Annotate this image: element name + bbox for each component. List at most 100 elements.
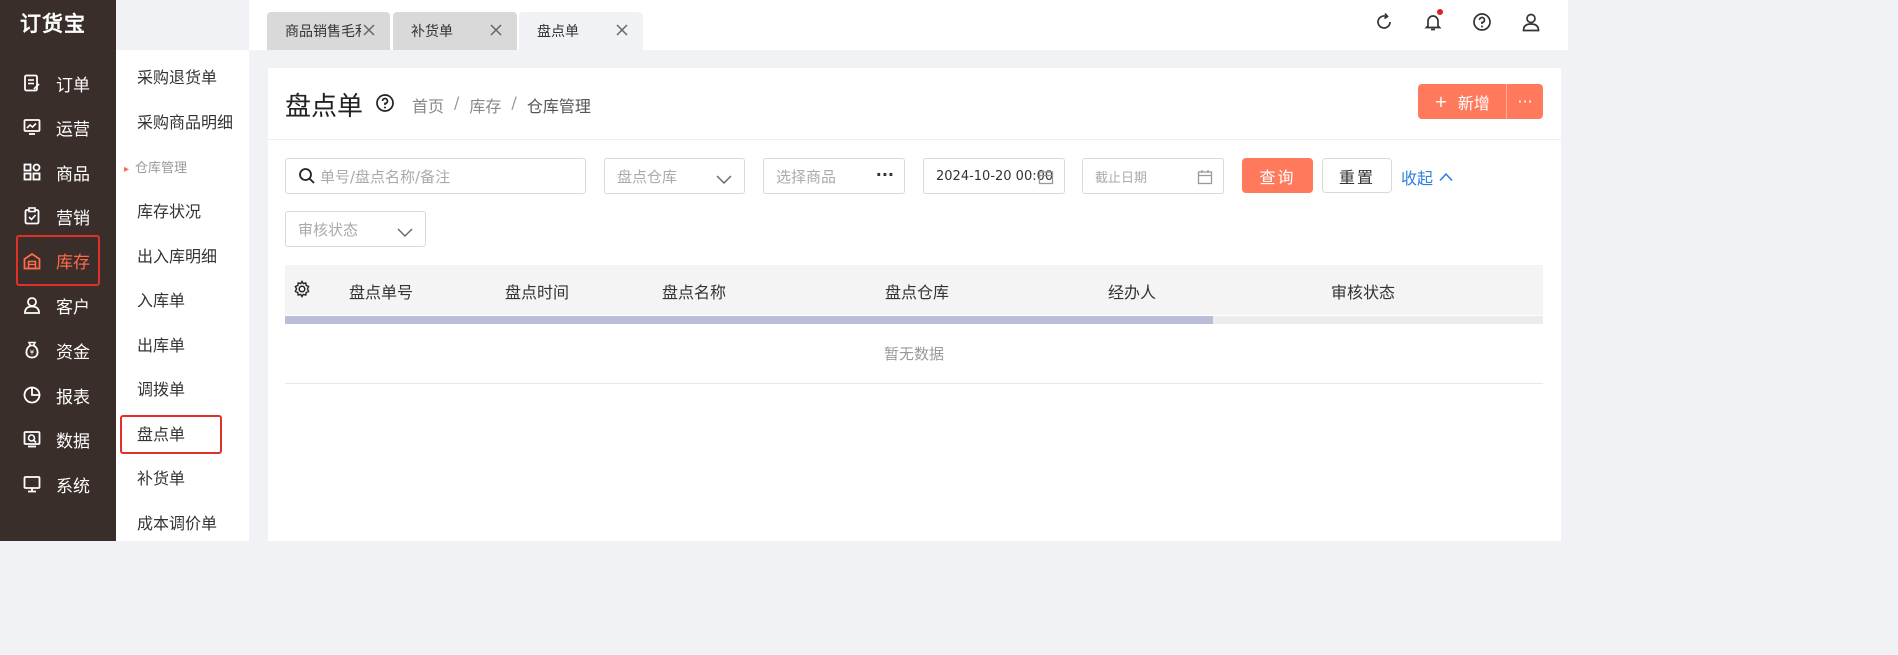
tab-replenish[interactable]: 补货单 [393,12,517,50]
collapse-toggle[interactable]: 收起 [1401,165,1453,189]
nav-label: 商品 [56,164,90,185]
start-date-value: 2024-10-20 00:00 [936,168,1054,184]
top-toolbar [1372,9,1568,34]
search-input[interactable]: 单号/盘点名称/备注 [285,158,586,194]
column-header-audit-status[interactable]: 审核状态 [1331,279,1395,303]
nav-item-operation[interactable]: 运营 [16,105,100,149]
warehouse-select[interactable]: 盘点仓库 [604,158,745,194]
nav-item-goods[interactable]: 商品 [16,150,100,194]
nav-label: 客户 [56,297,90,318]
chevron-up-icon [1439,172,1453,182]
nav-label: 资金 [56,342,90,363]
main-nav: 订货宝 订单 运营 商品 营销 库存 客户 ¥ 资金 报表 数据 系统 [0,0,116,541]
breadcrumb-current: 仓库管理 [526,97,591,116]
chevron-down-icon [716,171,732,184]
nav-item-system[interactable]: 系统 [16,462,100,506]
submenu-group-label: 仓库管理 [135,161,188,176]
submenu-active-highlight [120,415,222,454]
marketing-icon [22,206,42,226]
end-date-input[interactable]: 截止日期 [1082,158,1224,194]
chevron-down-icon [397,224,413,237]
app-logo: 订货宝 [20,12,86,36]
nav-label: 数据 [56,431,90,452]
calendar-icon [1197,169,1213,185]
empty-state: 暂无数据 [285,324,1543,384]
close-icon[interactable] [615,23,629,37]
column-header-handler[interactable]: 经办人 [1108,279,1156,303]
breadcrumb-separator: / [511,93,517,112]
refresh-icon[interactable] [1372,10,1396,34]
nav-item-customer[interactable]: 客户 [16,283,100,327]
tab-bar: 商品销售毛利 补货单 盘点单 [249,0,1568,50]
goods-placeholder: 选择商品 [776,167,837,186]
submenu-item-outbound[interactable]: 出库单 [137,332,185,356]
nav-label: 报表 [56,387,90,408]
nav-label: 库存 [56,253,90,273]
close-icon[interactable] [489,23,503,37]
nav-item-warehouse[interactable]: 库存 [16,235,100,286]
goods-icon [22,162,42,182]
nav-item-money[interactable]: ¥ 资金 [16,328,100,372]
monitor-icon [22,474,42,494]
gear-icon[interactable] [293,280,311,298]
tab-label: 盘点单 [537,24,579,40]
nav-label: 系统 [56,476,90,497]
order-icon [22,73,42,93]
column-header-warehouse[interactable]: 盘点仓库 [885,279,949,303]
query-button[interactable]: 查询 [1242,158,1313,193]
submenu-item-cost-adjust[interactable]: 成本调价单 [137,510,217,534]
scrollbar-thumb[interactable] [285,316,1213,324]
horizontal-scrollbar[interactable] [285,316,1543,324]
search-placeholder: 单号/盘点名称/备注 [320,167,451,186]
empty-text: 暂无数据 [883,345,944,363]
submenu-group-warehouse[interactable]: ▸ 仓库管理 [124,157,187,176]
data-search-icon [22,429,42,449]
nav-item-marketing[interactable]: 营销 [16,194,100,238]
start-date-input[interactable]: 2024-10-20 00:00 [923,158,1065,194]
goods-select[interactable]: 选择商品 ··· [763,158,905,194]
warehouse-icon [22,251,42,271]
submenu-item-purchase-return[interactable]: 采购退货单 [137,64,217,88]
pie-chart-icon [22,385,42,405]
money-bag-icon: ¥ [22,340,42,360]
submenu-item-stock-status[interactable]: 库存状况 [137,198,201,222]
tab-sales-margin[interactable]: 商品销售毛利 [267,12,390,50]
audit-status-select[interactable]: 审核状态 [285,211,426,247]
plus-icon: + [1434,92,1448,111]
page-header: 盘点单 首页 / 库存 / 仓库管理 + 新增 ··· [268,68,1561,140]
help-circle-icon[interactable] [1470,10,1494,34]
close-icon[interactable] [362,23,376,37]
svg-text:¥: ¥ [30,349,35,357]
user-icon[interactable] [1519,10,1543,34]
nav-label: 订单 [56,75,90,96]
ellipsis-icon[interactable]: ··· [876,165,894,184]
submenu-item-purchase-detail[interactable]: 采购商品明细 [137,109,233,133]
tab-label: 补货单 [411,24,453,40]
nav-item-order[interactable]: 订单 [16,61,100,105]
breadcrumb-inventory[interactable]: 库存 [469,93,501,117]
submenu-item-inbound[interactable]: 入库单 [137,287,185,311]
nav-item-report[interactable]: 报表 [16,373,100,417]
reset-button[interactable]: 重置 [1322,158,1392,193]
column-header-name[interactable]: 盘点名称 [662,279,726,303]
more-actions-button[interactable]: ··· [1506,84,1543,119]
breadcrumb-separator: / [454,93,460,112]
breadcrumb-home[interactable]: 首页 [412,93,444,117]
notification-dot [1437,9,1443,15]
help-icon[interactable] [375,93,395,113]
add-button-label: 新增 [1457,93,1490,113]
collapse-label: 收起 [1401,169,1434,188]
nav-item-data[interactable]: 数据 [16,417,100,461]
submenu-item-replenish[interactable]: 补货单 [137,465,185,489]
submenu-item-transfer[interactable]: 调拨单 [137,376,185,400]
column-header-time[interactable]: 盘点时间 [505,279,569,303]
breadcrumb: 首页 / 库存 / 仓库管理 [412,93,591,117]
operation-icon [22,117,42,137]
column-header-order-no[interactable]: 盘点单号 [349,279,413,303]
tab-stocktake[interactable]: 盘点单 [519,12,643,50]
search-icon [298,167,316,185]
add-button[interactable]: + 新增 [1418,84,1506,119]
submenu-item-stock-flow[interactable]: 出入库明细 [137,243,217,267]
bell-icon[interactable] [1421,9,1445,34]
customer-icon [22,295,42,315]
